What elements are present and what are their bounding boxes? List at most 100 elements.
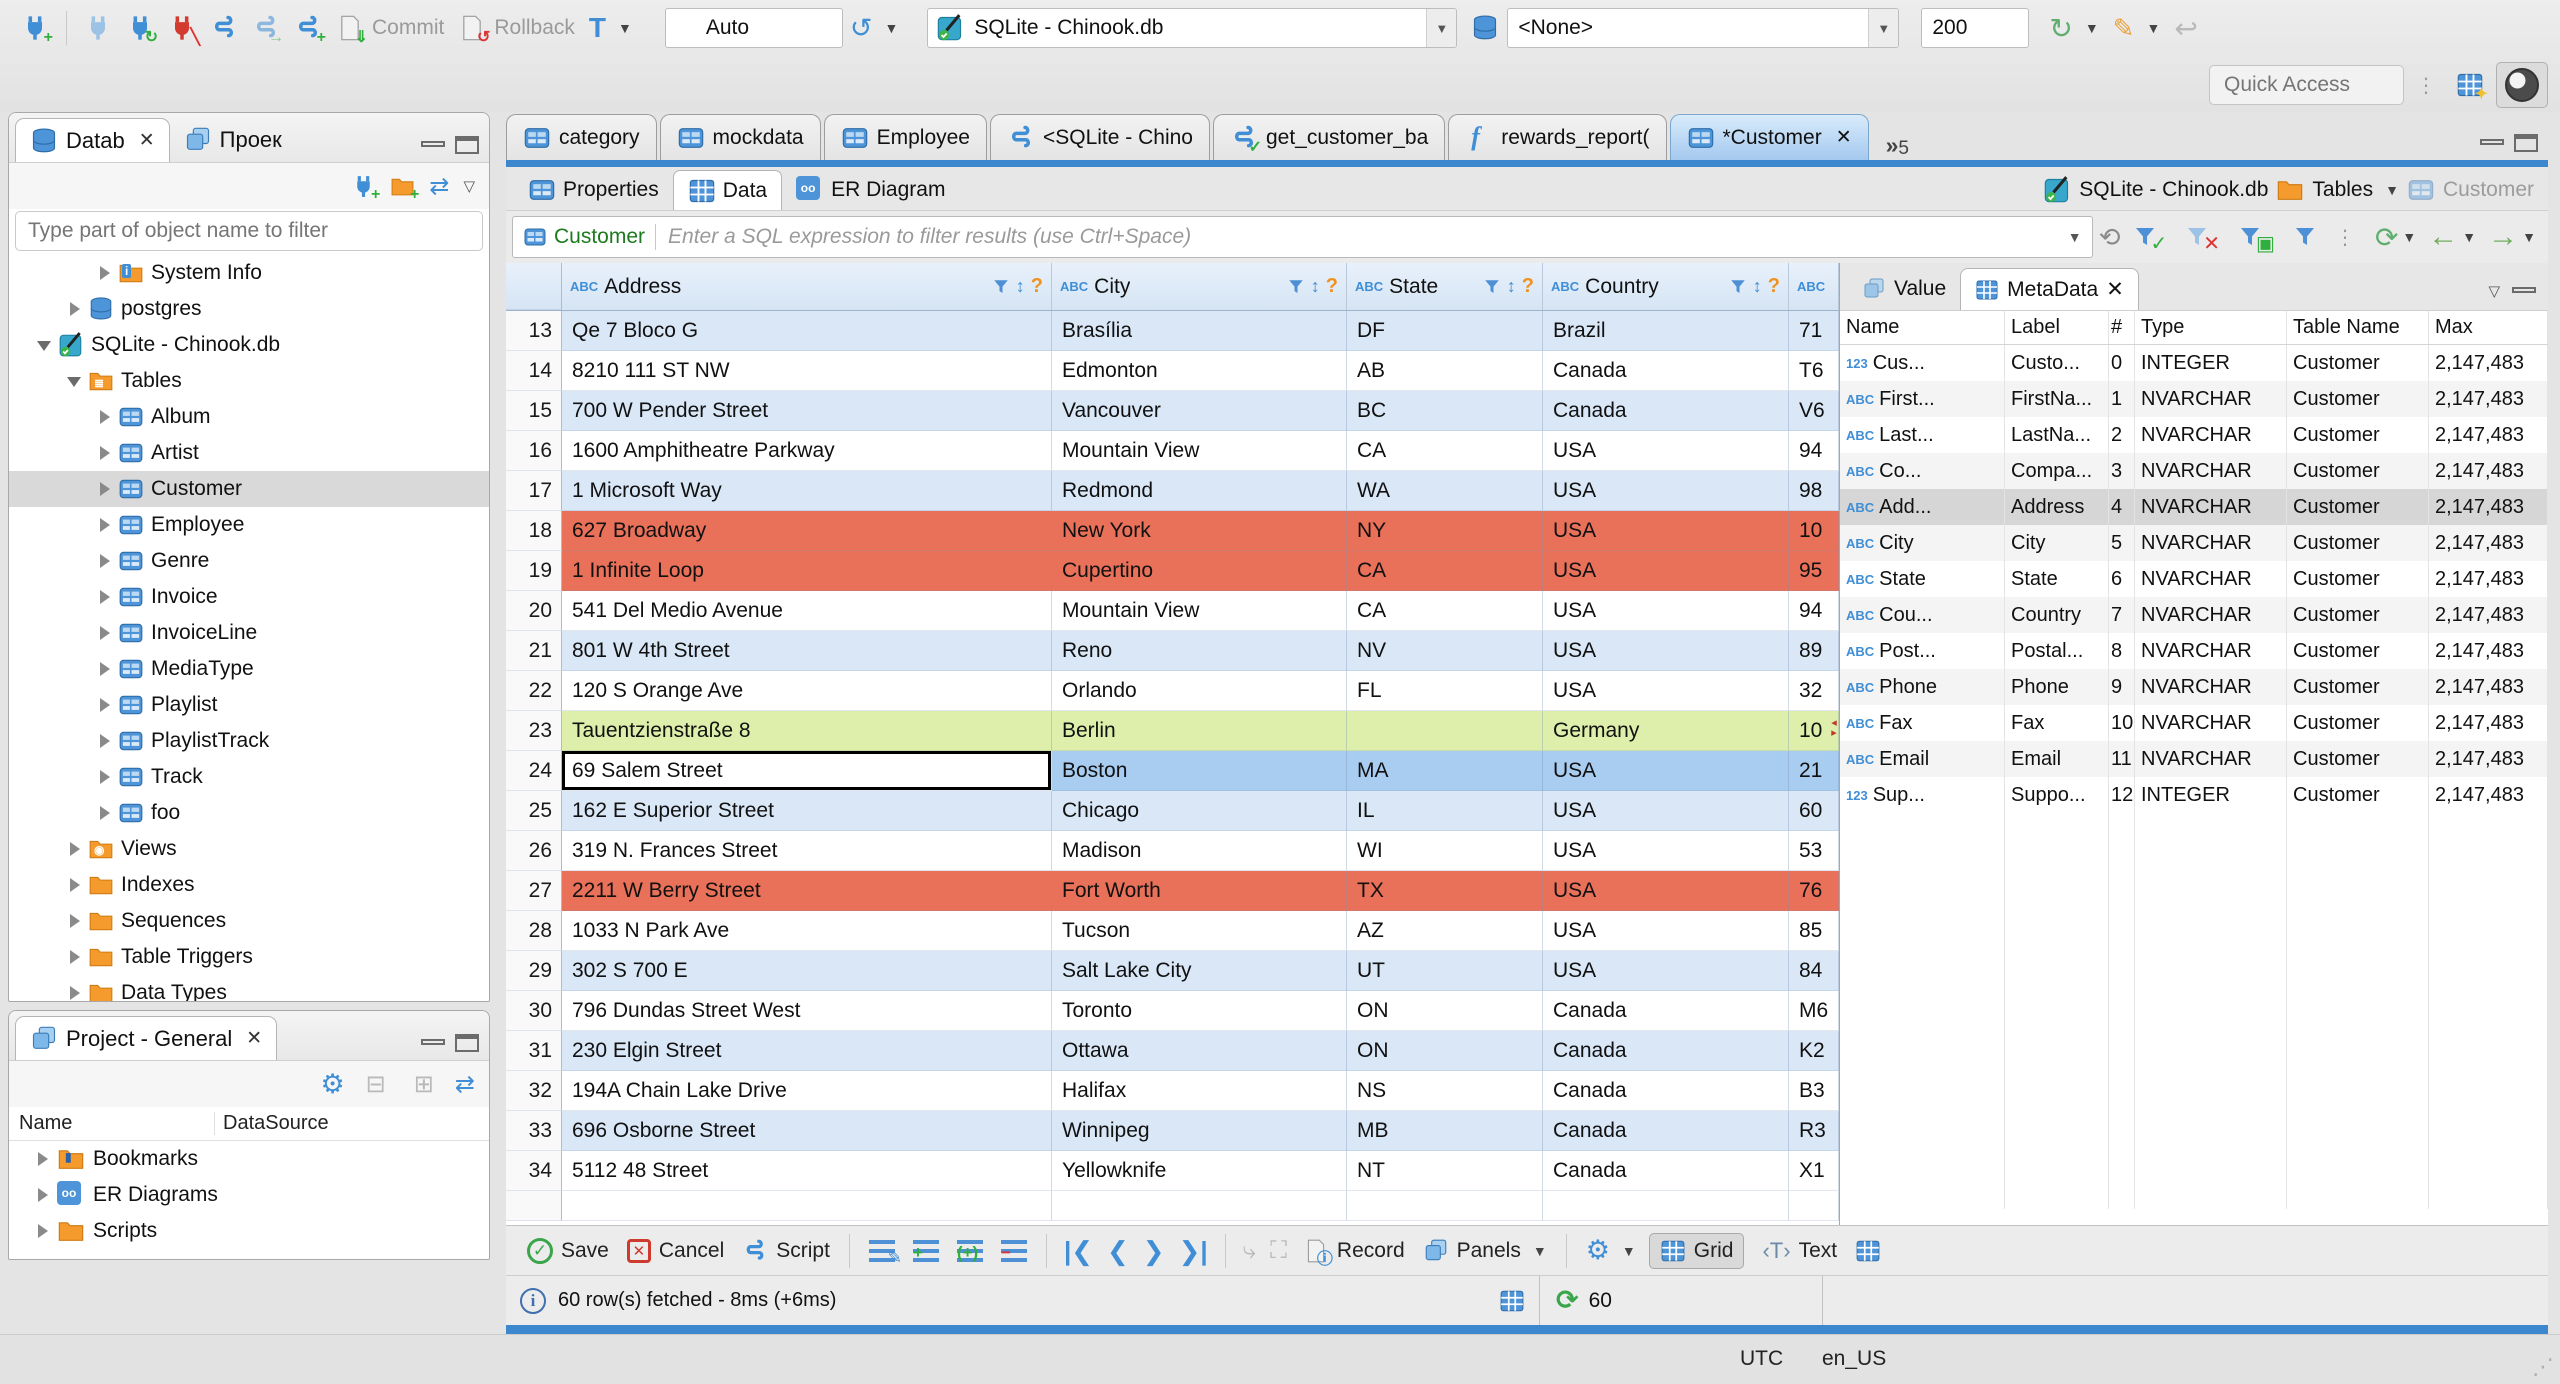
close-icon[interactable]: ✕ — [246, 1027, 262, 1050]
cell-city[interactable]: Redmond — [1052, 471, 1347, 511]
cell-city[interactable]: Berlin — [1052, 711, 1347, 751]
undo-navigation-button[interactable]: ↩ — [2174, 12, 2197, 45]
value-grid-button[interactable] — [1855, 1238, 1881, 1264]
tree-item-sqlite-chinook-db[interactable]: SQLite - Chinook.db — [9, 327, 489, 363]
cell-country[interactable] — [1543, 1191, 1789, 1221]
cell-state[interactable]: CA — [1347, 431, 1543, 471]
cell-state[interactable]: WA — [1347, 471, 1543, 511]
cell-city[interactable]: Brasília — [1052, 311, 1347, 351]
resize-grip-icon[interactable]: ⋰ — [2532, 1354, 2554, 1380]
save-button[interactable]: ✓ Save — [527, 1237, 609, 1264]
cell-address[interactable]: 69 Salem Street — [562, 751, 1052, 791]
tree-item-tables[interactable]: ≣ Tables — [9, 363, 489, 399]
tree-item-artist[interactable]: Artist — [9, 435, 489, 471]
tree-item-table-triggers[interactable]: Table Triggers — [9, 939, 489, 975]
cell-address[interactable]: 194A Chain Lake Drive — [562, 1071, 1052, 1111]
cell-address[interactable]: 8210 111 ST NW — [562, 351, 1052, 391]
cell-postalcode[interactable]: 94 — [1789, 431, 1839, 471]
cell-city[interactable]: Reno — [1052, 631, 1347, 671]
expand-arrow-icon[interactable] — [37, 338, 51, 352]
expand-arrow-icon[interactable] — [97, 590, 111, 604]
meta-row-fax[interactable]: ABC Fax Fax 10 NVARCHAR Customer 2,147,483 — [1840, 705, 2548, 741]
auto-refresh-button[interactable]: ↻ ▼ — [2049, 12, 2098, 45]
cell-postalcode[interactable]: 85 — [1789, 911, 1839, 951]
cancel-button[interactable]: ✕ Cancel — [626, 1238, 724, 1263]
tab-projects[interactable]: Проек — [170, 118, 296, 162]
meta-column-header--[interactable]: # — [2109, 311, 2135, 344]
maximize-editor-button[interactable] — [2514, 134, 2538, 152]
meta-row-country[interactable]: ABC Cou... Country 7 NVARCHAR Customer 2,147,4… — [1840, 597, 2548, 633]
tab-database-navigator[interactable]: Datab ✕ — [15, 118, 170, 162]
tree-item-sequences[interactable]: Sequences — [9, 903, 489, 939]
expand-arrow-icon[interactable] — [97, 662, 111, 676]
expand-arrow-icon[interactable] — [67, 302, 81, 316]
cell-address[interactable]: 1 Infinite Loop — [562, 551, 1052, 591]
expand-arrow-icon[interactable] — [97, 482, 111, 496]
expand-arrow-icon[interactable] — [67, 914, 81, 928]
editor-tab-employee[interactable]: Employee — [823, 114, 987, 160]
custom-filter-icon[interactable] — [2293, 225, 2317, 249]
cell-state[interactable]: TX — [1347, 871, 1543, 911]
tree-item-playlisttrack[interactable]: PlaylistTrack — [9, 723, 489, 759]
cell-city[interactable]: Mountain View — [1052, 591, 1347, 631]
cell-city[interactable]: Salt Lake City — [1052, 951, 1347, 991]
rollback-button[interactable]: ↺ Rollback — [458, 14, 575, 46]
expand-arrow-icon[interactable] — [97, 770, 111, 784]
expand-arrow-icon[interactable] — [97, 554, 111, 568]
minimize-panel-button[interactable] — [421, 1039, 445, 1045]
cell-postalcode[interactable]: 89 — [1789, 631, 1839, 671]
row-number-header[interactable] — [506, 263, 562, 310]
sort-icon[interactable]: ↕ — [1311, 276, 1320, 297]
cell-state[interactable] — [1347, 1191, 1543, 1221]
view-menu-icon[interactable]: ▽ — [463, 177, 475, 195]
column-header-city[interactable]: ABC City ↕? — [1052, 263, 1347, 310]
cell-postalcode[interactable]: 53 — [1789, 831, 1839, 871]
cell-country[interactable]: Canada — [1543, 391, 1789, 431]
cell-address[interactable]: 162 E Superior Street — [562, 791, 1052, 831]
zoom-cell-icon[interactable]: ⛶ — [1270, 1237, 1287, 1265]
filter-refresh-icon[interactable]: ⟲ — [2099, 222, 2121, 253]
column-datasource[interactable]: DataSource — [214, 1112, 489, 1135]
save-filter-icon[interactable]: ▣ — [2238, 225, 2281, 255]
commit-mode-select[interactable]: Auto — [664, 8, 843, 48]
filter-funnel-icon[interactable] — [1483, 278, 1501, 296]
cell-postalcode[interactable]: 94 — [1789, 591, 1839, 631]
expand-arrow-icon[interactable] — [97, 698, 111, 712]
text-view-button[interactable]: ‹T› Text — [1762, 1238, 1837, 1264]
tab-data[interactable]: Data — [672, 170, 783, 210]
cell-address[interactable] — [562, 1191, 1052, 1221]
meta-column-header-max[interactable]: Max — [2429, 311, 2548, 344]
refresh-result-icon[interactable]: ⟳ ▼ — [2375, 221, 2416, 254]
cell-state[interactable]: WI — [1347, 831, 1543, 871]
remove-filter-icon[interactable]: ✕ — [2185, 225, 2226, 255]
connection-select[interactable]: SQLite - Chinook.db ▼ — [927, 8, 1458, 48]
meta-row-lastna-[interactable]: ABC Last... LastNa... 2 NVARCHAR Customer 2,14… — [1840, 417, 2548, 453]
delete-row-button[interactable]: − — [1000, 1239, 1027, 1262]
cell-city[interactable]: Winnipeg — [1052, 1111, 1347, 1151]
meta-row-suppo-[interactable]: 123 Sup... Suppo... 12 INTEGER Customer 2,147,… — [1840, 777, 2548, 813]
column-header-address[interactable]: ABC Address ↕? — [562, 263, 1052, 310]
cell-state[interactable]: CA — [1347, 591, 1543, 631]
cell-country[interactable]: USA — [1543, 551, 1789, 591]
column-name[interactable]: Name — [9, 1112, 214, 1135]
cell-state[interactable]: CA — [1347, 551, 1543, 591]
project-item-bookmarks[interactable]: ▮ Bookmarks — [9, 1141, 489, 1177]
editor-tab--sqlite-chino[interactable]: <SQLite - Chino — [989, 114, 1210, 160]
cell-city[interactable]: Mountain View — [1052, 431, 1347, 471]
cell-state[interactable]: MB — [1347, 1111, 1543, 1151]
quick-access-input[interactable] — [2209, 65, 2404, 105]
maximize-panel-button[interactable] — [455, 136, 479, 154]
script-button[interactable]: Script — [742, 1238, 830, 1264]
cell-postalcode[interactable]: 76 — [1789, 871, 1839, 911]
meta-row-firstna-[interactable]: ABC First... FirstNa... 1 NVARCHAR Customer 2,… — [1840, 381, 2548, 417]
first-row-button[interactable]: |❮ — [1064, 1238, 1093, 1264]
tab-er-diagram[interactable]: oo ER Diagram — [782, 170, 959, 210]
cell-country[interactable]: USA — [1543, 871, 1789, 911]
cell-address[interactable]: 541 Del Medio Avenue — [562, 591, 1052, 631]
tree-item-mediatype[interactable]: MediaType — [9, 651, 489, 687]
fetch-next-icon[interactable]: → ▼ — [2488, 222, 2536, 252]
cell-postalcode[interactable]: T6 — [1789, 351, 1839, 391]
editor-tab-get-customer-ba[interactable]: ✓ get_customer_ba — [1212, 114, 1446, 160]
meta-column-header-name[interactable]: Name — [1840, 311, 2005, 344]
expand-arrow-icon[interactable] — [67, 878, 81, 892]
